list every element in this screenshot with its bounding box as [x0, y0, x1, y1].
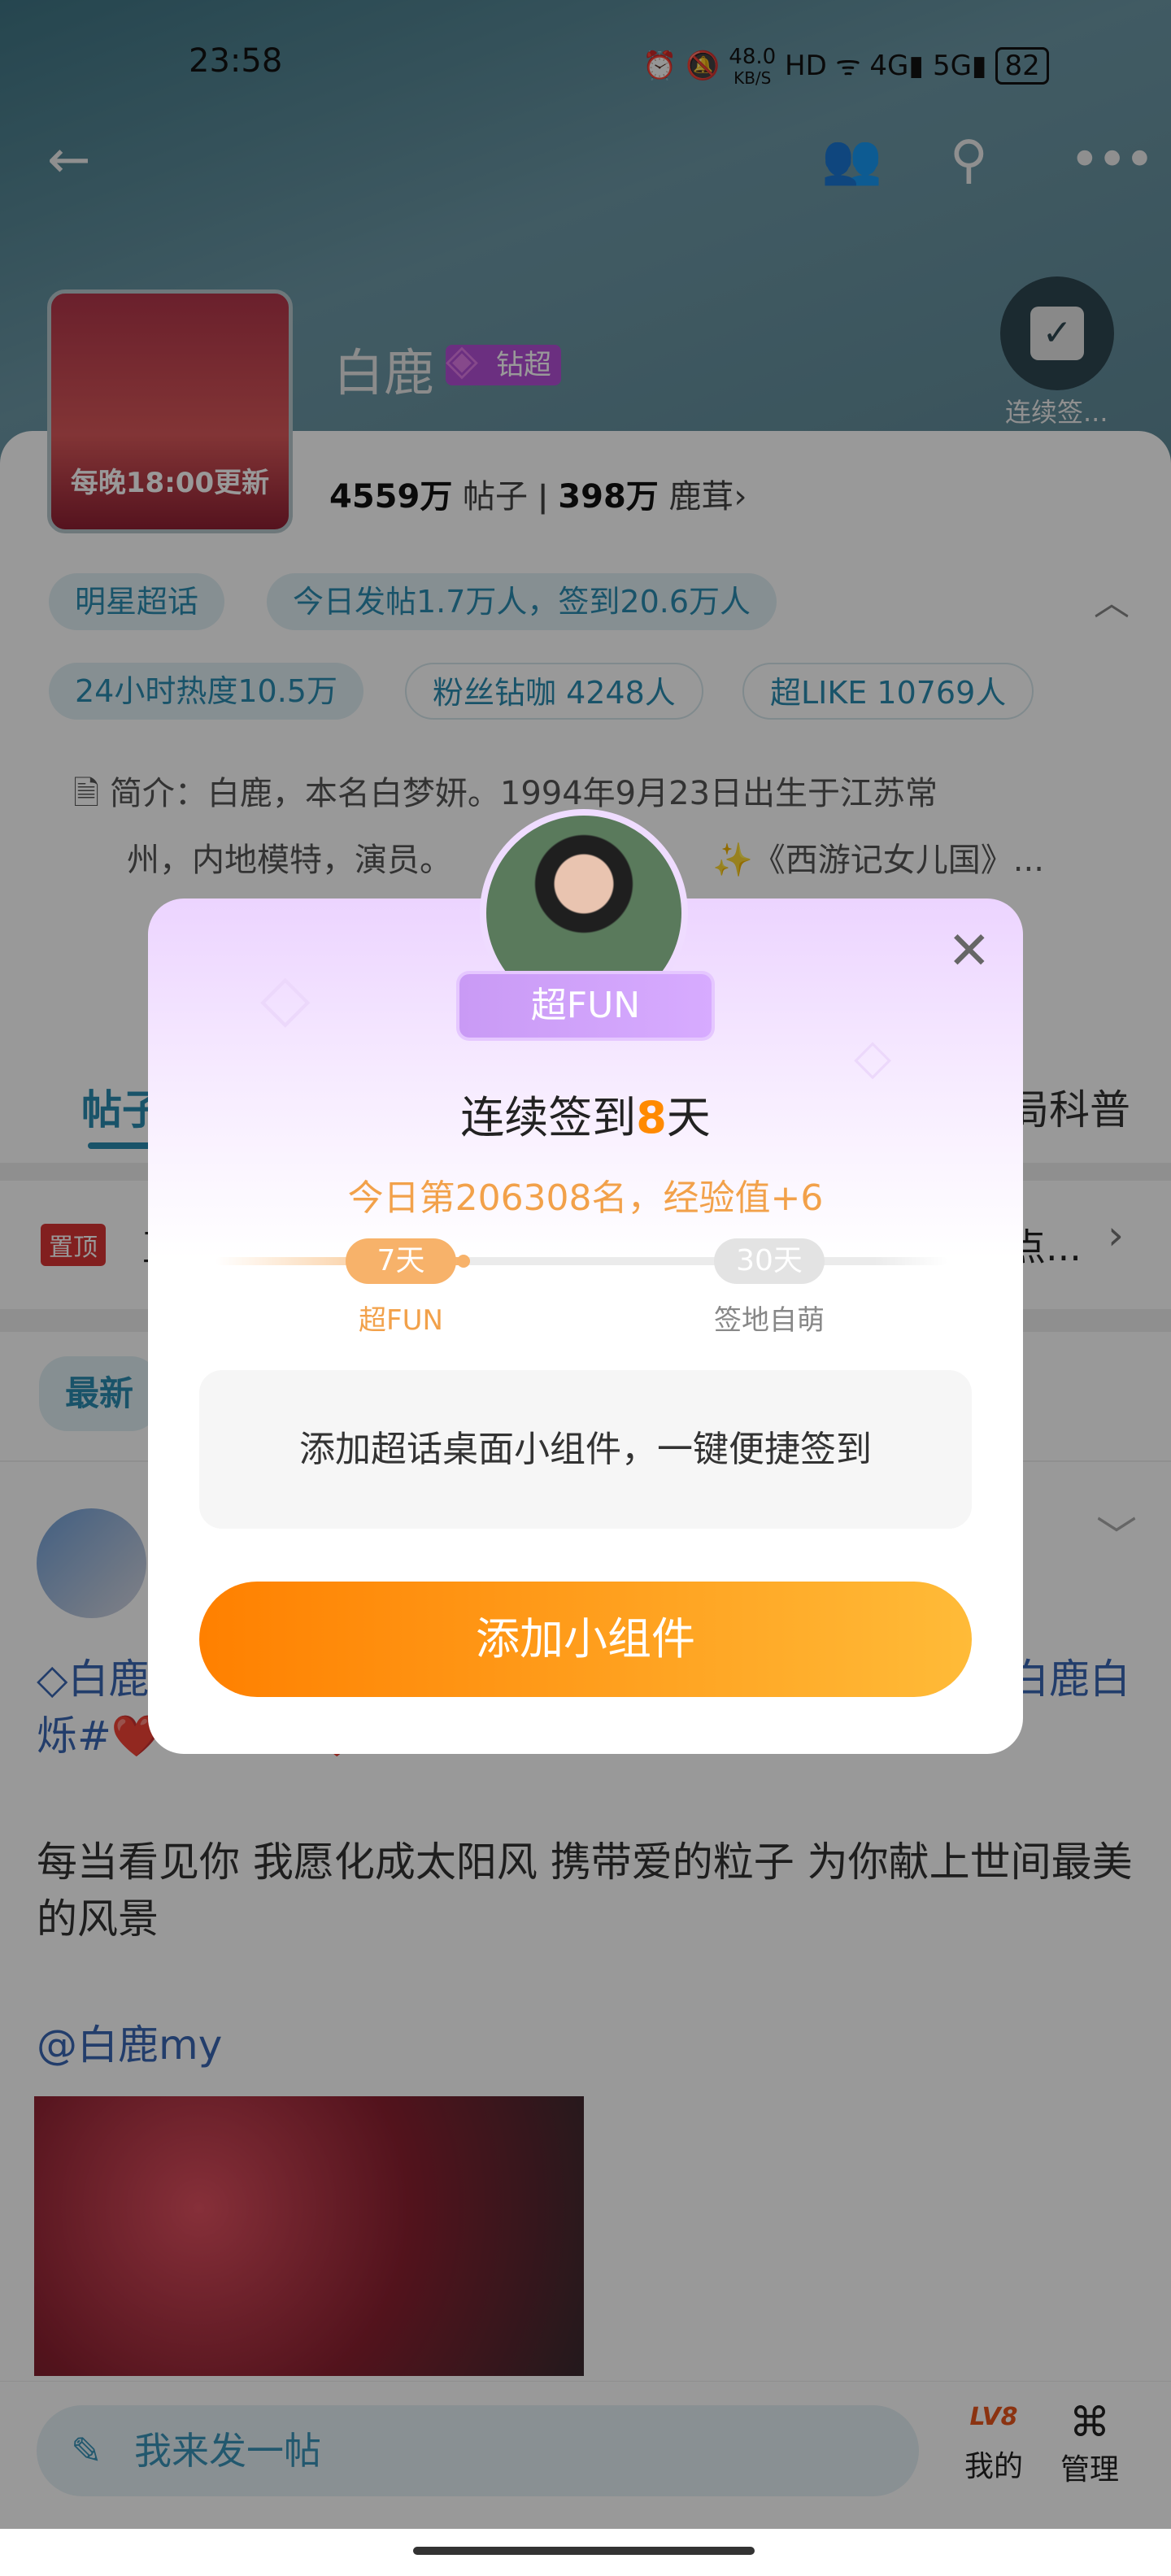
milestone-pill: 7天 — [346, 1238, 456, 1284]
modal-subtitle: 今日第206308名，经验值+6 — [347, 1177, 824, 1219]
home-indicator[interactable] — [413, 2547, 755, 2555]
title-suffix: 天 — [666, 1092, 711, 1143]
title-prefix: 连续签到 — [460, 1092, 637, 1143]
milestone-pill: 30天 — [714, 1238, 825, 1284]
diamond-decor-icon: ◇ — [854, 1029, 892, 1086]
diamond-decor-icon: ◇ — [260, 959, 311, 1035]
level-ribbon: 超FUN — [459, 974, 712, 1038]
milestone-label: 超FUN — [359, 1304, 443, 1337]
modal-title: 连续签到8天 — [148, 1081, 1023, 1146]
add-widget-button[interactable]: 添加小组件 — [199, 1582, 972, 1697]
close-icon[interactable]: ✕ — [947, 923, 991, 980]
milestone-label: 签地自萌 — [714, 1304, 825, 1337]
progress-marker — [457, 1255, 470, 1268]
widget-tip: 添加超话桌面小组件，一键便捷签到 — [199, 1370, 972, 1529]
streak-days: 8 — [636, 1092, 667, 1143]
